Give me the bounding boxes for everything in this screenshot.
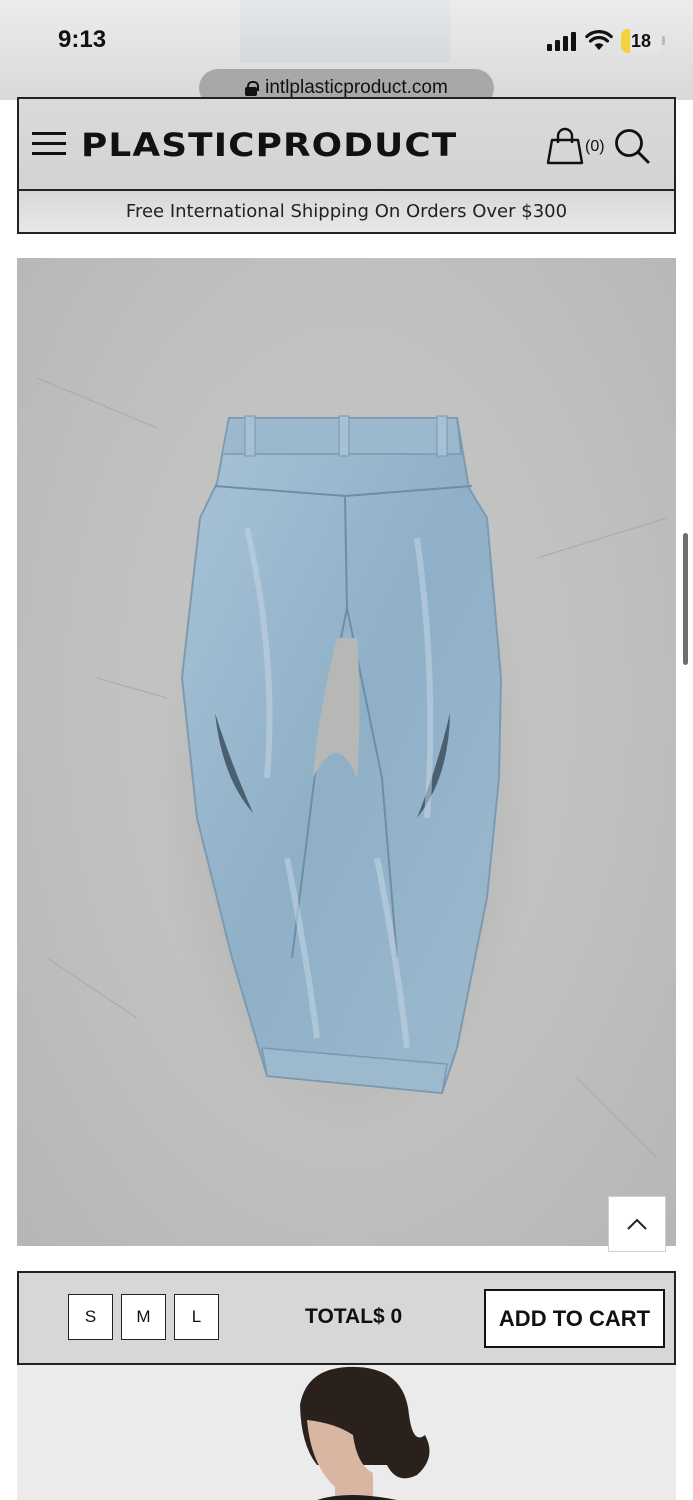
hamburger-menu-icon[interactable] — [32, 129, 66, 159]
scrollbar[interactable] — [683, 533, 688, 665]
size-option-s[interactable]: S — [68, 1294, 113, 1340]
search-icon[interactable] — [613, 127, 651, 165]
lock-icon — [245, 81, 260, 96]
battery-level: 18 — [630, 31, 652, 51]
order-total: TOTAL$ 0 — [305, 1305, 403, 1328]
status-time: 9:13 — [58, 26, 107, 53]
product-image[interactable] — [17, 258, 676, 1246]
site-logo[interactable]: PLASTICPRODUCT — [81, 126, 457, 164]
wifi-icon — [585, 30, 613, 50]
battery-tip — [662, 36, 665, 45]
previous-image-peek — [240, 0, 450, 62]
jeans-photo — [36, 377, 668, 1159]
cart-count: (0) — [585, 138, 605, 155]
cart-button[interactable]: (0) — [545, 126, 611, 166]
size-option-l[interactable]: L — [174, 1294, 219, 1340]
chevron-up-icon — [627, 1218, 647, 1230]
signal-icon — [547, 31, 579, 51]
shipping-promo-banner: Free International Shipping On Orders Ov… — [19, 191, 674, 232]
next-product-image[interactable] — [17, 1365, 676, 1500]
add-to-cart-button[interactable]: ADD TO CART — [484, 1289, 665, 1348]
shopping-bag-icon — [546, 127, 584, 165]
site-header: PLASTICPRODUCT (0) Free International Sh… — [17, 97, 676, 234]
battery-icon: 18 — [621, 29, 661, 53]
url-text: intlplasticproduct.com — [265, 77, 448, 98]
model-photo — [300, 1366, 430, 1500]
back-to-top-button[interactable] — [608, 1196, 666, 1252]
size-option-m[interactable]: M — [121, 1294, 166, 1340]
header-row: PLASTICPRODUCT (0) — [19, 99, 674, 191]
purchase-bar: S M L TOTAL$ 0 ADD TO CART — [17, 1271, 676, 1365]
